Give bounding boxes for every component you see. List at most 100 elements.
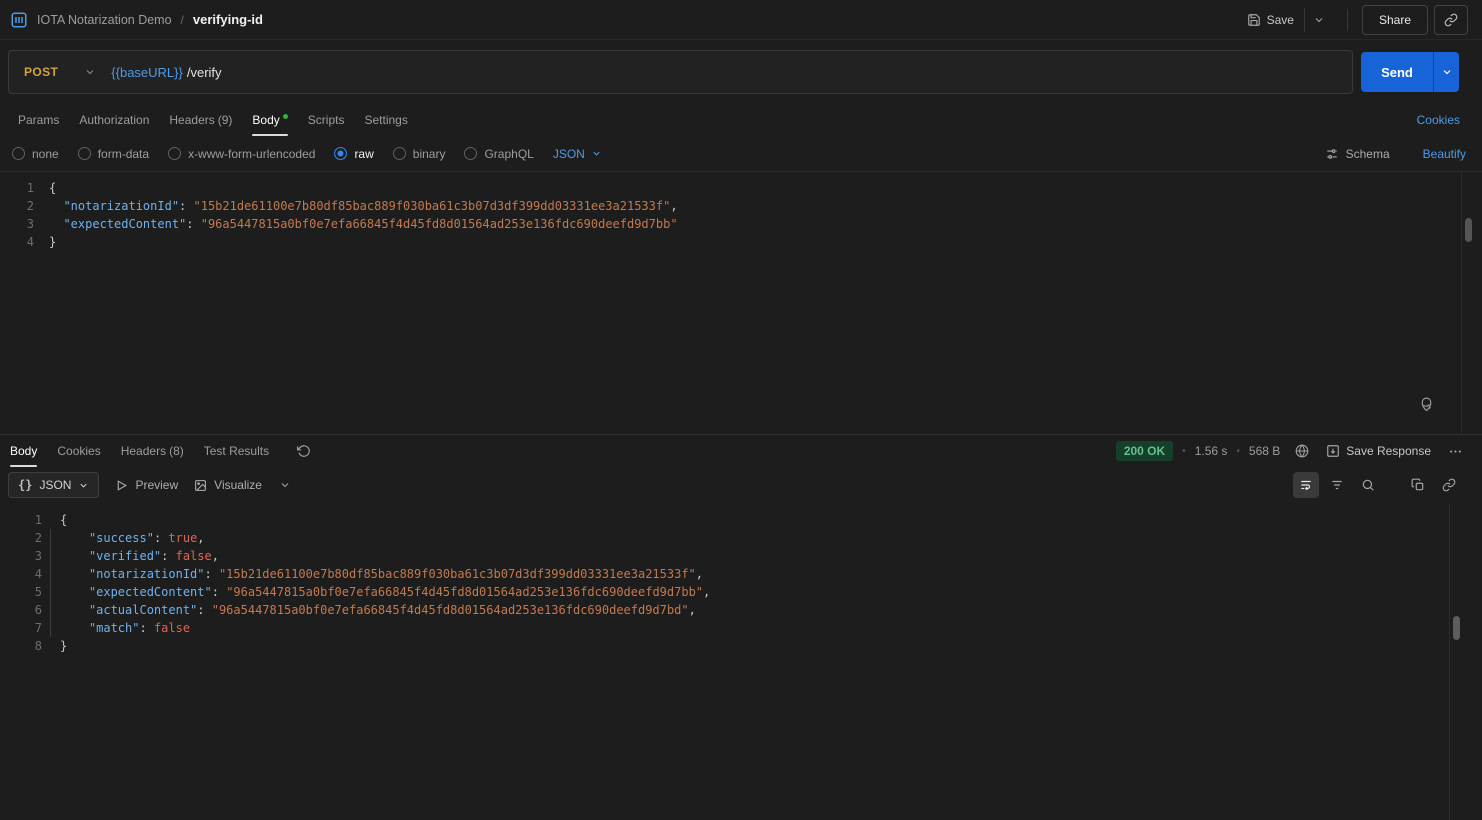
- image-icon: [194, 479, 207, 492]
- schema-label: Schema: [1346, 147, 1390, 161]
- save-button[interactable]: Save: [1239, 7, 1302, 33]
- request-editor-scrollbar[interactable]: [1461, 172, 1474, 434]
- chevron-down-icon: [78, 480, 89, 491]
- scrollbar-thumb[interactable]: [1465, 218, 1472, 242]
- copy-response-button[interactable]: [1405, 472, 1431, 498]
- tab-settings[interactable]: Settings: [354, 104, 417, 136]
- response-history-button[interactable]: [293, 440, 315, 462]
- radio-icon: [12, 147, 25, 160]
- code-text: {: [60, 511, 67, 529]
- preview-button[interactable]: Preview: [115, 478, 178, 492]
- tab-authorization[interactable]: Authorization: [69, 104, 159, 136]
- line-number: 6: [0, 601, 42, 619]
- code-text: "actualContent": "96a5447815a0bf0e7efa66…: [60, 601, 696, 619]
- preview-label: Preview: [135, 478, 178, 492]
- fold-gutter: [50, 637, 60, 655]
- copy-link-button[interactable]: [1434, 5, 1468, 35]
- code-line[interactable]: 1{: [0, 179, 1482, 197]
- radio-icon: [393, 147, 406, 160]
- fold-gutter: [50, 565, 60, 583]
- save-icon: [1247, 13, 1261, 27]
- radio-icon: [168, 147, 181, 160]
- code-text: "expectedContent": "96a5447815a0bf0e7efa…: [60, 583, 710, 601]
- body-type-graphql[interactable]: GraphQL: [464, 147, 533, 161]
- link-icon: [1442, 478, 1456, 492]
- response-code: 1{2 "success": true,3 "verified": false,…: [0, 511, 1482, 655]
- history-icon: [297, 444, 311, 458]
- body-type-binary[interactable]: binary: [393, 147, 446, 161]
- save-options-button[interactable]: [1304, 8, 1333, 32]
- sliders-icon: [1325, 147, 1339, 161]
- tab-headers[interactable]: Headers (9): [159, 104, 242, 136]
- meta-separator: •: [1236, 446, 1240, 457]
- request-body-editor[interactable]: 1{2 "notarizationId": "15b21de61100e7b80…: [0, 172, 1482, 434]
- body-type-urlencoded[interactable]: x-www-form-urlencoded: [168, 147, 315, 161]
- fold-gutter: [39, 197, 49, 215]
- headers-count: (8): [169, 444, 184, 458]
- response-tab-cookies[interactable]: Cookies: [47, 435, 110, 467]
- workspace-logo-icon[interactable]: [10, 11, 28, 29]
- send-options-button[interactable]: [1433, 52, 1459, 92]
- tab-label: Cookies: [57, 444, 100, 458]
- share-label: Share: [1379, 13, 1411, 27]
- breadcrumb-workspace[interactable]: IOTA Notarization Demo: [37, 13, 172, 27]
- language-selector[interactable]: JSON: [553, 147, 602, 161]
- code-line[interactable]: 4}: [0, 233, 1482, 251]
- ellipsis-icon: [1448, 444, 1463, 459]
- response-editor-scrollbar[interactable]: [1449, 503, 1462, 820]
- response-tab-body[interactable]: Body: [0, 435, 47, 467]
- code-line: 8}: [0, 637, 1482, 655]
- play-icon: [115, 479, 128, 492]
- schema-button[interactable]: Schema: [1325, 147, 1390, 161]
- response-tab-headers[interactable]: Headers (8): [111, 435, 194, 467]
- response-time[interactable]: 1.56 s: [1195, 444, 1228, 458]
- tab-label: Authorization: [79, 113, 149, 127]
- code-line[interactable]: 3 "expectedContent": "96a5447815a0bf0e7e…: [0, 215, 1482, 233]
- response-more-button[interactable]: [1442, 438, 1468, 464]
- body-type-form-data[interactable]: form-data: [78, 147, 149, 161]
- send-button[interactable]: Send: [1361, 52, 1433, 92]
- body-type-none[interactable]: none: [12, 147, 59, 161]
- url-input[interactable]: {{baseURL}} /verify: [111, 65, 1352, 80]
- code-line[interactable]: 2 "notarizationId": "15b21de61100e7b80df…: [0, 197, 1482, 215]
- beautify-button[interactable]: Beautify: [1423, 147, 1466, 161]
- fold-gutter: [39, 179, 49, 197]
- tab-label: Test Results: [204, 444, 269, 458]
- postbot-button[interactable]: [1412, 390, 1440, 418]
- request-code[interactable]: 1{2 "notarizationId": "15b21de61100e7b80…: [0, 179, 1482, 251]
- network-info-button[interactable]: [1289, 438, 1315, 464]
- chevron-down-icon: [84, 66, 96, 78]
- line-number: 1: [0, 179, 34, 197]
- scrollbar-thumb[interactable]: [1453, 616, 1460, 640]
- response-format-selector[interactable]: {} JSON: [8, 472, 99, 498]
- tab-label: Headers: [169, 113, 214, 127]
- search-response-button[interactable]: [1355, 472, 1381, 498]
- link-response-button[interactable]: [1436, 472, 1462, 498]
- save-response-button[interactable]: Save Response: [1324, 440, 1433, 462]
- link-icon: [1444, 13, 1458, 27]
- response-tab-test-results[interactable]: Test Results: [194, 435, 279, 467]
- code-text: "verified": false,: [60, 547, 219, 565]
- fold-gutter: [50, 529, 60, 547]
- tab-params[interactable]: Params: [8, 104, 69, 136]
- tab-body[interactable]: Body: [242, 104, 297, 136]
- body-type-raw[interactable]: raw: [334, 147, 373, 161]
- status-badge[interactable]: 200 OK: [1116, 441, 1173, 461]
- save-response-icon: [1326, 444, 1340, 458]
- tab-scripts[interactable]: Scripts: [298, 104, 355, 136]
- code-line: 6 "actualContent": "96a5447815a0bf0e7efa…: [0, 601, 1482, 619]
- cookies-link[interactable]: Cookies: [1417, 113, 1460, 127]
- response-size[interactable]: 568 B: [1249, 444, 1280, 458]
- visualize-label: Visualize: [214, 478, 262, 492]
- visualize-button[interactable]: Visualize: [194, 478, 262, 492]
- wrap-text-button[interactable]: [1293, 472, 1319, 498]
- filter-button[interactable]: [1324, 472, 1350, 498]
- method-selector[interactable]: POST: [9, 51, 111, 93]
- breadcrumb-request-name: verifying-id: [193, 12, 263, 27]
- share-button[interactable]: Share: [1362, 5, 1428, 35]
- line-number: 8: [0, 637, 42, 655]
- copy-icon: [1411, 478, 1425, 492]
- tab-label: Scripts: [308, 113, 345, 127]
- view-options-button[interactable]: [272, 472, 298, 498]
- code-line: 4 "notarizationId": "15b21de61100e7b80df…: [0, 565, 1482, 583]
